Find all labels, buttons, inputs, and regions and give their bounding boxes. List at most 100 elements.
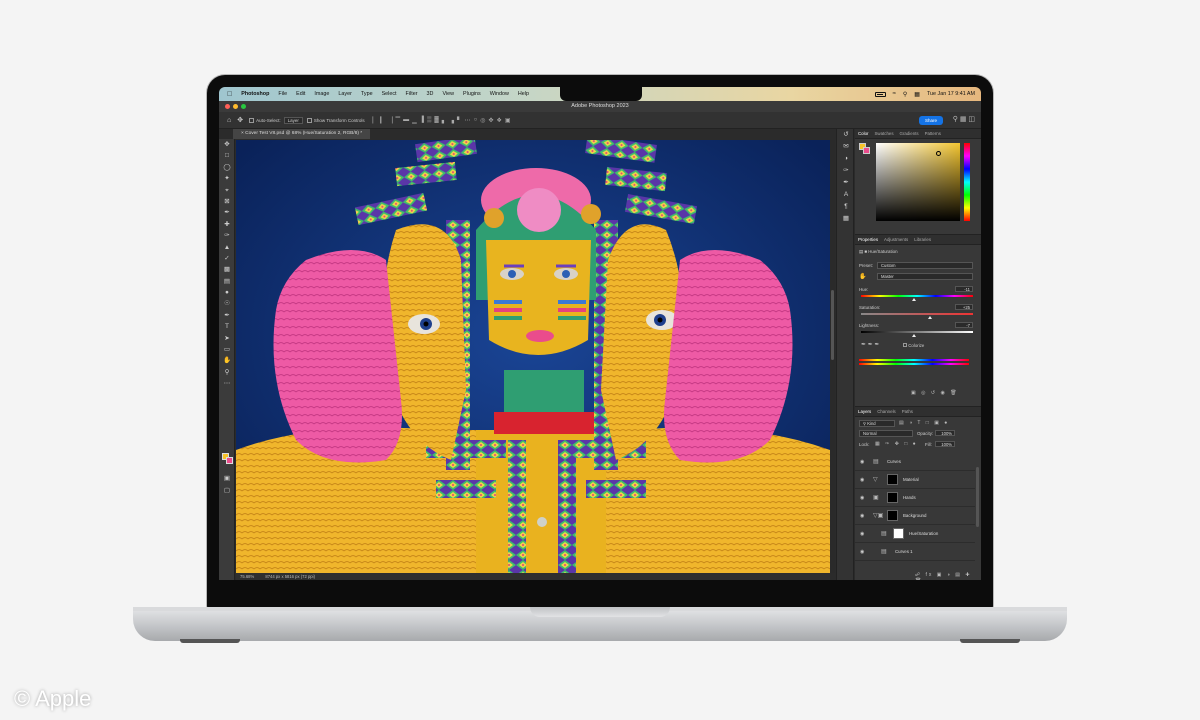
align-center-icon[interactable]: ▎ — [380, 117, 385, 124]
lightness-value-input[interactable]: -7 — [955, 322, 973, 328]
scrollbar-thumb[interactable] — [831, 290, 834, 360]
lightness-slider-knob[interactable] — [911, 334, 916, 337]
hand-tool-icon[interactable]: ✋ — [219, 355, 235, 366]
auto-select-checkbox[interactable] — [249, 117, 255, 123]
layer-filter-dropdown[interactable]: ⚲ Kind — [859, 420, 895, 427]
zoom-tool-icon[interactable]: ⚲ — [219, 367, 235, 378]
tab-libraries[interactable]: Libraries — [914, 237, 931, 242]
colorize-row[interactable]: Colorize — [903, 343, 924, 348]
document-tab[interactable]: × Cover Test V8.psd @ 68% (Hue/Saturatio… — [233, 129, 371, 139]
tab-paths[interactable]: Paths — [902, 409, 913, 414]
slide-3d-icon[interactable]: ❖ — [496, 117, 501, 124]
menu-type[interactable]: Type — [361, 91, 373, 97]
hue-slider[interactable] — [964, 143, 970, 221]
paragraph-icon[interactable]: ¶ — [837, 201, 855, 213]
adjustments-icon[interactable]: ◑ — [837, 153, 855, 165]
preset-dropdown[interactable]: Custom — [877, 262, 973, 269]
hue-adjust-slider[interactable] — [861, 295, 973, 301]
distribute-left-icon[interactable]: ▐ — [420, 117, 424, 123]
quick-select-tool-icon[interactable]: ✦ — [219, 173, 235, 184]
hue-value-input[interactable]: -11 — [955, 286, 973, 292]
disclosure-triangle-icon[interactable]: ▽ — [873, 476, 878, 483]
rectangle-tool-icon[interactable]: ▭ — [219, 344, 235, 355]
paths-icon[interactable]: ✒ — [837, 177, 855, 189]
battery-icon[interactable] — [874, 91, 886, 97]
align-right-icon[interactable]: ▕ — [388, 117, 393, 124]
menu-file[interactable]: File — [278, 91, 287, 97]
layer-row[interactable]: ◉ ▤ Hue/Saturation — [855, 525, 975, 543]
lock-icons[interactable]: ▦ ✑ ✥ □ ● — [875, 441, 918, 447]
fill-input[interactable]: 100% — [935, 441, 955, 447]
menu-filter[interactable]: Filter — [406, 91, 418, 97]
frame-tool-icon[interactable]: ⊠ — [219, 196, 235, 207]
eraser-tool-icon[interactable]: ▩ — [219, 264, 235, 275]
brush-tool-icon[interactable]: ✑ — [219, 230, 235, 241]
visibility-eye-icon[interactable]: ◉ — [860, 513, 864, 519]
distribute-top-icon[interactable]: ▖ — [442, 117, 447, 124]
eyedropper-tool-icon[interactable]: ✒ — [219, 207, 235, 218]
align-left-icon[interactable]: ▏ — [373, 117, 378, 124]
history-icon[interactable]: ↺ — [837, 129, 855, 141]
saturation-value-picker[interactable] — [876, 143, 960, 221]
canvas-vertical-scrollbar[interactable] — [830, 140, 835, 573]
menu-layer[interactable]: Layer — [338, 91, 352, 97]
distribute-right-icon[interactable]: ▓ — [434, 117, 438, 123]
screen-mode-icon[interactable]: ▢ — [219, 485, 235, 496]
tab-layers[interactable]: Layers — [858, 409, 871, 414]
zoom-window-button[interactable] — [241, 104, 246, 109]
search-icon[interactable]: ⚲ — [903, 91, 907, 98]
canvas[interactable] — [236, 140, 830, 573]
quick-mask-icon[interactable]: ▣ — [219, 473, 235, 484]
visibility-eye-icon[interactable]: ◉ — [860, 459, 864, 465]
properties-footer-icons[interactable]: ▣ ◎ ↺ ◉ 🗑 — [911, 390, 959, 396]
pan-3d-icon[interactable]: ✥ — [488, 117, 493, 124]
more-tools-icon[interactable]: ⋯ — [219, 378, 235, 389]
menu-plugins[interactable]: Plugins — [463, 91, 481, 97]
blend-mode-dropdown[interactable]: Normal — [859, 430, 913, 437]
workspace-icons[interactable]: ⚲ ▦ ◫ — [953, 115, 975, 123]
libraries-icon[interactable]: ▦ — [837, 213, 855, 225]
home-icon[interactable]: ⌂ — [227, 117, 231, 124]
share-button[interactable]: Share — [918, 116, 943, 125]
zoom-level[interactable]: 75.68% — [240, 574, 254, 579]
gradient-tool-icon[interactable]: ▤ — [219, 276, 235, 287]
move-tool-icon[interactable]: ✥ — [219, 139, 235, 150]
align-bottom-icon[interactable]: ▁ — [412, 117, 417, 124]
apple-icon[interactable]:  — [227, 91, 232, 98]
history-brush-tool-icon[interactable]: ✓ — [219, 253, 235, 264]
layers-footer-icons[interactable]: ☍ fx ▣ ◑ ▤ ✚ 🗑 — [915, 572, 981, 580]
crop-tool-icon[interactable]: ⌖ — [219, 185, 235, 196]
blur-tool-icon[interactable]: ● — [219, 287, 235, 298]
color-picker-handle[interactable] — [936, 151, 941, 156]
menu-help[interactable]: Help — [518, 91, 529, 97]
menu-app-name[interactable]: Photoshop — [241, 91, 269, 97]
visibility-eye-icon[interactable]: ◉ — [860, 477, 864, 483]
path-select-tool-icon[interactable]: ➤ — [219, 333, 235, 344]
lasso-tool-icon[interactable]: ◯ — [219, 162, 235, 173]
more-options-icon[interactable]: ⋯ — [465, 117, 471, 124]
distribute-middle-icon[interactable]: ▗ — [449, 117, 454, 124]
marquee-tool-icon[interactable]: □ — [219, 150, 235, 161]
hue-slider-knob[interactable] — [911, 298, 916, 301]
menu-view[interactable]: View — [442, 91, 454, 97]
channel-dropdown[interactable]: Master — [877, 273, 973, 280]
menu-edit[interactable]: Edit — [296, 91, 305, 97]
minimize-window-button[interactable] — [233, 104, 238, 109]
type-tool-icon[interactable]: T — [219, 321, 235, 332]
distribute-bottom-icon[interactable]: ▘ — [457, 117, 462, 124]
tab-gradients[interactable]: Gradients — [900, 131, 919, 136]
align-middle-icon[interactable]: ▬ — [403, 117, 409, 123]
move-tool-icon[interactable]: ✥ — [237, 116, 243, 124]
wifi-icon[interactable]: ≈ — [893, 91, 896, 97]
saturation-value-input[interactable]: +25 — [955, 304, 973, 310]
layer-filter-icons[interactable]: ▤ ◑ T □ ▣ ● — [899, 420, 949, 426]
transform-controls-checkbox[interactable] — [306, 117, 312, 123]
3d-mode-label-icon[interactable]: ○ — [474, 117, 478, 123]
layer-row[interactable]: ◉ ▣ Hands — [855, 489, 975, 507]
layer-row[interactable]: ◉ ▽▣ Background — [855, 507, 975, 525]
tab-color[interactable]: Color — [858, 131, 869, 136]
layer-row[interactable]: ◉ ▽ Material — [855, 471, 975, 489]
menu-clock[interactable]: Tue Jan 17 9:41 AM — [927, 91, 975, 97]
clone-stamp-tool-icon[interactable]: ▲ — [219, 242, 235, 253]
distribute-center-icon[interactable]: ▒ — [427, 117, 431, 123]
